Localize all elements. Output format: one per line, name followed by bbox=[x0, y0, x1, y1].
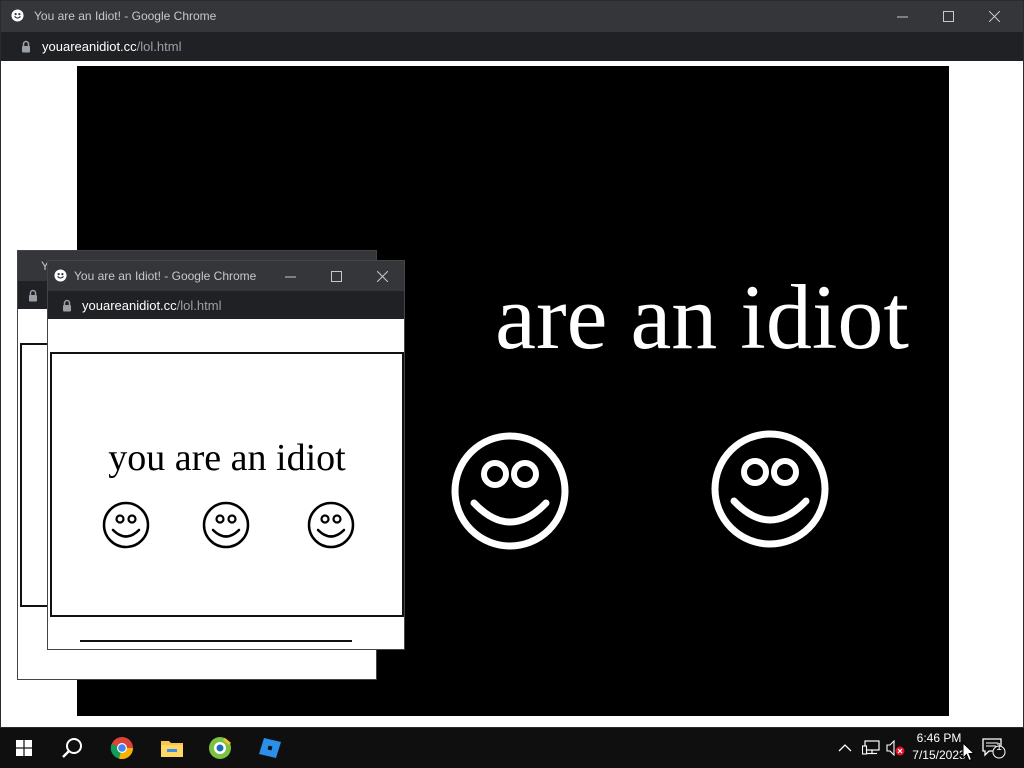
smiley-face-icon bbox=[102, 501, 150, 549]
volume-muted-icon bbox=[886, 740, 905, 756]
search-button[interactable] bbox=[48, 728, 96, 768]
mouse-cursor-icon bbox=[962, 742, 975, 762]
smiley-face-icon bbox=[202, 501, 250, 549]
window-title: You are an Idiot! - Google Chrome bbox=[34, 9, 217, 23]
popup-address-bar[interactable]: youareanidiot.cc/lol.html bbox=[48, 291, 404, 319]
network-icon bbox=[862, 740, 880, 755]
file-explorer-icon bbox=[161, 741, 183, 757]
smiley-face-icon bbox=[307, 501, 355, 549]
lock-icon bbox=[22, 40, 30, 53]
popup-url-domain: youareanidiot.cc bbox=[82, 298, 177, 313]
popup-url-text[interactable]: youareanidiot.cc/lol.html bbox=[82, 298, 221, 313]
close-icon bbox=[376, 271, 388, 282]
maximize-icon bbox=[330, 271, 342, 282]
taskbar-chrome[interactable] bbox=[98, 728, 146, 768]
popup-minimize-button[interactable] bbox=[267, 261, 313, 292]
tray-overflow-button[interactable] bbox=[838, 728, 852, 768]
search-icon bbox=[62, 738, 82, 758]
smiley-face-icon bbox=[711, 430, 829, 548]
popup-window[interactable]: You are an Idiot! - Google Chrome youare… bbox=[47, 260, 405, 650]
popup-close-button[interactable] bbox=[359, 261, 405, 292]
taskbar-roblox[interactable] bbox=[246, 728, 294, 768]
minimize-icon bbox=[896, 16, 908, 18]
volume-tray-button[interactable] bbox=[886, 728, 906, 768]
smiley-favicon-icon bbox=[54, 269, 67, 282]
minimize-button[interactable] bbox=[879, 1, 925, 32]
url-path: /lol.html bbox=[136, 39, 182, 54]
action-center-button[interactable]: 1 bbox=[982, 728, 1006, 768]
address-bar[interactable]: youareanidiot.cc/lol.html bbox=[1, 32, 1023, 61]
maximize-button[interactable] bbox=[925, 1, 971, 32]
popup-maximize-button[interactable] bbox=[313, 261, 359, 292]
lock-icon bbox=[63, 299, 71, 312]
smiley-face-icon bbox=[451, 432, 569, 550]
taskbar-file-explorer[interactable] bbox=[148, 728, 196, 768]
taskbar-greenshot[interactable] bbox=[196, 728, 244, 768]
start-button[interactable] bbox=[0, 728, 48, 768]
notification-count: 1 bbox=[996, 742, 1002, 753]
url-domain: youareanidiot.cc bbox=[42, 39, 137, 54]
popup-divider-line bbox=[80, 640, 352, 642]
chrome-icon bbox=[110, 737, 134, 760]
windows-start-icon bbox=[16, 740, 32, 756]
smiley-favicon-icon bbox=[11, 9, 24, 22]
roblox-icon bbox=[259, 738, 281, 758]
close-icon bbox=[988, 11, 1000, 22]
popup-title: You are an Idiot! - Google Chrome bbox=[74, 269, 257, 283]
greenshot-icon bbox=[209, 737, 231, 759]
network-tray-button[interactable] bbox=[862, 728, 880, 768]
lock-icon bbox=[29, 289, 37, 302]
small-idiot-text: you are an idiot bbox=[108, 437, 346, 479]
url-text[interactable]: youareanidiot.cc/lol.html bbox=[42, 39, 181, 54]
taskbar: 6:46 PM 7/15/2023 1 bbox=[0, 728, 1024, 768]
close-button[interactable] bbox=[971, 1, 1017, 32]
chevron-up-icon bbox=[838, 744, 852, 752]
main-titlebar[interactable]: You are an Idiot! - Google Chrome bbox=[1, 1, 1023, 32]
popup-titlebar[interactable]: You are an Idiot! - Google Chrome bbox=[48, 261, 404, 291]
minimize-icon bbox=[284, 276, 296, 278]
popup-url-path: /lol.html bbox=[176, 298, 222, 313]
popup-idiot-panel: you are an idiot bbox=[50, 352, 404, 617]
maximize-icon bbox=[942, 11, 954, 22]
